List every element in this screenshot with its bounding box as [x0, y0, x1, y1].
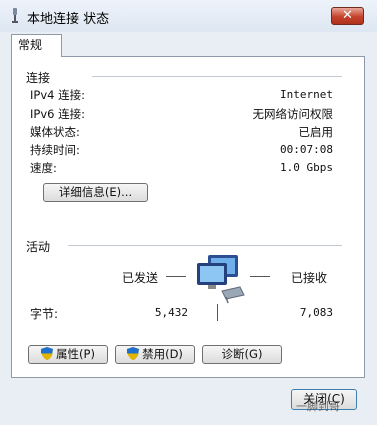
ipv4-value: Internet	[280, 88, 333, 101]
sent-line	[166, 276, 186, 277]
speed-label: 速度:	[30, 161, 57, 175]
window-close-button[interactable]: ✕	[331, 7, 364, 25]
received-line	[250, 276, 270, 277]
properties-label: 属性(P)	[56, 347, 95, 361]
bytes-sent-value: 5,432	[154, 306, 188, 319]
window-title: 本地连接 状态	[27, 12, 110, 27]
tab-general[interactable]: 常规	[11, 34, 62, 57]
ipv4-label: IPv4 连接:	[30, 88, 85, 102]
duration-label: 持续时间:	[30, 143, 80, 157]
uac-shield-icon	[127, 347, 140, 360]
ipv6-label: IPv6 连接:	[30, 107, 85, 121]
bytes-label: 字节:	[30, 307, 59, 321]
connection-heading: 连接	[26, 71, 51, 85]
watermark-text: 一脚到哥	[296, 400, 340, 413]
disable-button[interactable]: 禁用(D)	[115, 345, 195, 364]
properties-button[interactable]: 属性(P)	[28, 345, 108, 364]
activity-heading: 活动	[26, 240, 51, 254]
media-state-label: 媒体状态:	[30, 125, 80, 139]
speed-value: 1.0 Gbps	[280, 161, 333, 174]
disable-label: 禁用(D)	[142, 347, 183, 361]
network-cable-line	[217, 304, 218, 321]
bytes-received-value: 7,083	[299, 306, 333, 319]
uac-shield-icon	[41, 347, 54, 360]
media-state-value: 已启用	[298, 125, 334, 139]
received-label: 已接收	[291, 271, 328, 285]
ipv6-value: 无网络访问权限	[252, 107, 334, 121]
duration-value: 00:07:08	[280, 143, 333, 156]
title-bar: 本地连接 状态 ✕	[0, 0, 377, 32]
connection-divider	[92, 76, 342, 77]
details-button[interactable]: 详细信息(E)...	[43, 183, 148, 202]
network-computers-icon	[197, 255, 245, 304]
sent-label: 已发送	[122, 271, 159, 285]
activity-divider	[68, 245, 342, 246]
general-panel	[11, 56, 365, 378]
network-connection-icon	[12, 8, 18, 23]
diagnose-button[interactable]: 诊断(G)	[202, 345, 282, 364]
